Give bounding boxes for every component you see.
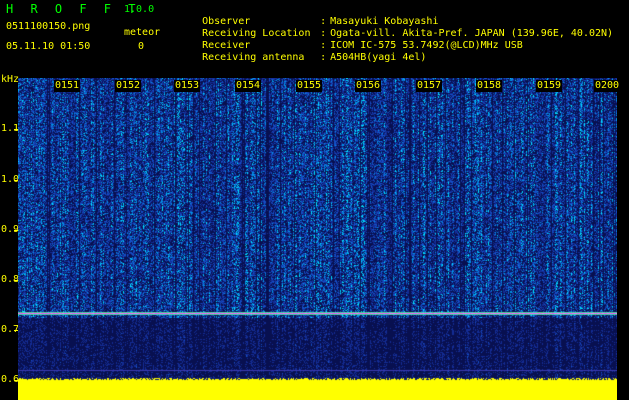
x-tick-label: 0155: [296, 80, 323, 92]
x-tick-label: 0151: [54, 80, 81, 92]
x-tick-label: 0158: [476, 80, 503, 92]
meteor-label: meteor: [124, 27, 161, 38]
info-label: Receiving antenna: [202, 52, 305, 63]
header-panel: H R O F F T 1.0.0 0511100150.png meteor …: [0, 0, 629, 78]
x-tick-label: 0159: [536, 80, 563, 92]
x-tick-label: 0156: [355, 80, 382, 92]
app-version: 1.0.0: [124, 4, 155, 15]
info-antenna: Receiving antenna: A504HB(yagi 4el): [202, 52, 427, 63]
x-tick-label: 0152: [115, 80, 142, 92]
spectrogram-plot: [18, 78, 617, 400]
x-tick-label: 0157: [416, 80, 443, 92]
meteor-count: 0: [138, 41, 145, 52]
x-tick-label: 0154: [235, 80, 262, 92]
x-tick-label: 0153: [174, 80, 201, 92]
info-value: A504HB(yagi 4el): [330, 52, 427, 63]
file-name: 0511100150.png: [6, 21, 91, 32]
date-time: 05.11.10 01:50: [6, 41, 91, 52]
y-axis-unit: kHz: [1, 74, 20, 85]
spectrogram-canvas: [18, 78, 617, 400]
x-tick-label: 0200: [594, 80, 621, 92]
app-title: H R O F F T: [6, 2, 141, 16]
